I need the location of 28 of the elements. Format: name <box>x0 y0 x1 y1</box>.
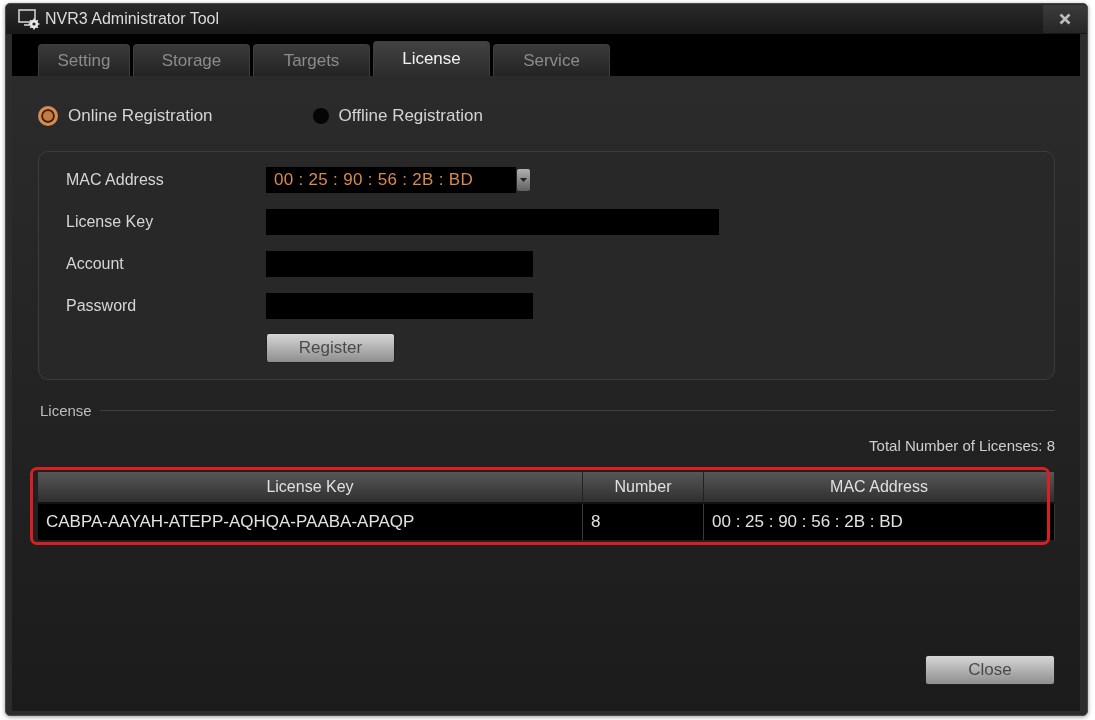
field-label: Password <box>66 297 138 315</box>
text-field[interactable] <box>266 293 533 319</box>
license-total: Total Number of Licenses: 8 <box>868 437 1055 455</box>
section-title: License <box>40 401 92 419</box>
window-title: NVR3 Administrator Tool <box>45 10 219 28</box>
close-icon <box>1059 13 1071 25</box>
dropdown-button[interactable] <box>517 169 530 191</box>
close-button[interactable]: Close <box>925 655 1055 685</box>
monitor-gear-icon <box>18 8 40 30</box>
register-button[interactable]: Register <box>266 333 395 363</box>
caret-icon <box>520 178 527 182</box>
text-field[interactable] <box>266 209 719 235</box>
field-label: License Key <box>66 213 155 231</box>
tab[interactable]: Storage <box>133 44 250 76</box>
dropdown-field[interactable]: 00 : 25 : 90 : 56 : 2B : BD <box>266 167 516 193</box>
text-field[interactable] <box>266 251 533 277</box>
column-header: Number <box>583 472 704 504</box>
column-header: License Key <box>38 472 583 504</box>
column-header: MAC Address <box>704 472 1055 504</box>
tab[interactable]: License <box>373 41 490 76</box>
tab[interactable]: Targets <box>253 44 370 76</box>
tab[interactable]: Setting <box>38 44 130 76</box>
radio-option[interactable]: Offline Registration <box>312 106 483 126</box>
field-label: MAC Address <box>66 171 165 189</box>
close-window-button[interactable] <box>1043 5 1087 33</box>
tab[interactable]: Service <box>493 44 610 76</box>
field-label: Account <box>66 255 125 273</box>
radio-option[interactable]: Online Registration <box>38 106 213 126</box>
